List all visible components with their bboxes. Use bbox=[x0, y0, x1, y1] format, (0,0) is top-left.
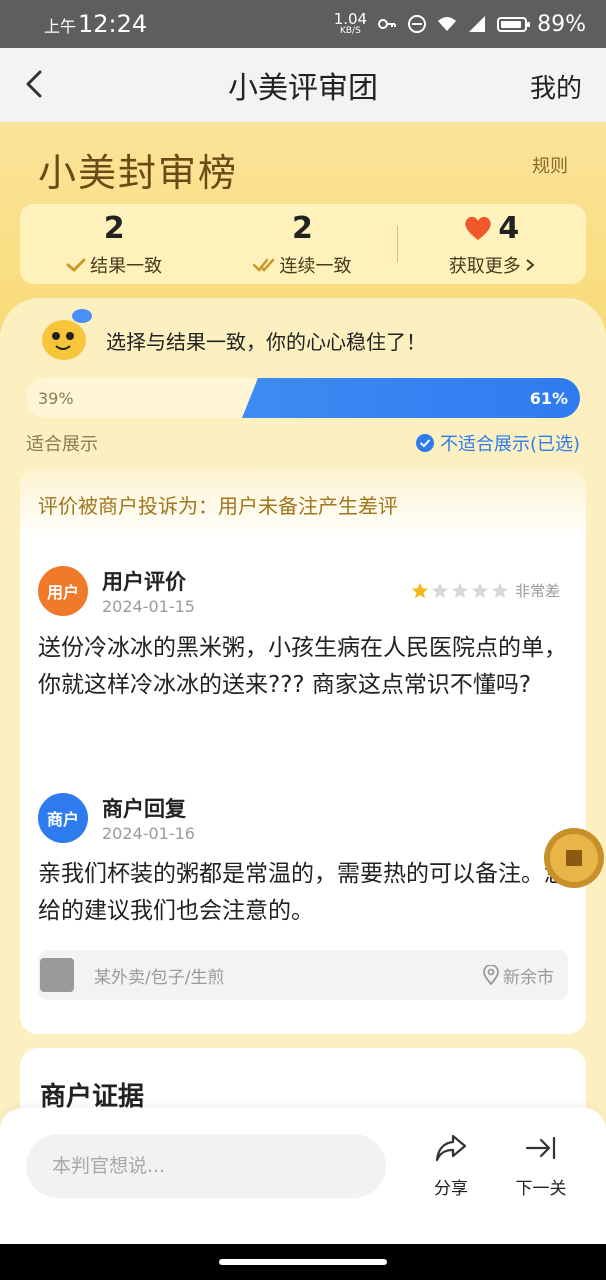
star-rating: 非常差 bbox=[411, 580, 560, 601]
net-speed: 1.04 KB/S bbox=[334, 12, 367, 36]
chevron-right-icon bbox=[526, 258, 535, 271]
do-not-disturb-icon bbox=[408, 15, 427, 33]
feedback-message: 选择与结果一致，你的心心稳住了！ bbox=[106, 330, 426, 354]
review-card: 评价被商户投诉为：用户未备注产生差评 用户 用户评价 2024-01-15 非常… bbox=[20, 468, 586, 1034]
wifi-icon bbox=[438, 17, 457, 31]
heart-count: 4 bbox=[498, 210, 520, 246]
star-empty-icon bbox=[471, 582, 489, 598]
check-icon bbox=[66, 258, 86, 272]
stat-result-match: 2 结果一致 bbox=[20, 211, 208, 278]
shop-location-label: 新余市 bbox=[503, 967, 554, 988]
stat-label: 结果一致 bbox=[90, 255, 163, 277]
option-unsuitable-label: 不适合展示(已选) bbox=[439, 434, 580, 455]
shop-location: 新余市 bbox=[483, 963, 554, 988]
status-clock: 12:24 bbox=[78, 10, 148, 38]
star-empty-icon bbox=[431, 582, 449, 598]
vote-left-percent: 39% bbox=[38, 388, 74, 408]
complaint-reason: 评价被商户投诉为：用户未备注产生差评 bbox=[20, 468, 586, 540]
merchant-reply-date: 2024-01-16 bbox=[102, 824, 195, 843]
stat-value-row: 4 bbox=[464, 211, 519, 246]
user-avatar: 用户 bbox=[38, 566, 88, 616]
skip-next-icon bbox=[525, 1136, 556, 1160]
stat-hearts[interactable]: 4 获取更多 bbox=[398, 211, 586, 278]
status-ampm: 上午 bbox=[44, 17, 77, 36]
next-level-button[interactable]: 下一关 bbox=[506, 1130, 576, 1199]
star-filled-icon bbox=[411, 582, 429, 598]
page-title: 小美评审团 bbox=[228, 71, 378, 106]
user-review-text: 送份冷冰冰的黑米粥，小孩生病在人民医院点的单，你就这样冷冰冰的送来??? 商家这… bbox=[38, 635, 567, 698]
status-icons: 1.04 KB/S 89% bbox=[334, 12, 586, 37]
status-bar: 上午 12:24 1.04 KB/S 89% bbox=[0, 0, 606, 48]
vote-progress-bar: 39% 61% bbox=[26, 378, 580, 418]
system-nav-bar bbox=[0, 1244, 606, 1280]
shop-category: 某外卖/包子/生煎 bbox=[94, 967, 225, 988]
vote-right-percent: 61% bbox=[529, 388, 568, 408]
stat-label: 获取更多 bbox=[448, 255, 521, 277]
back-arrow-icon[interactable] bbox=[18, 66, 54, 102]
option-unsuitable-selected[interactable]: 不适合展示(已选) bbox=[415, 430, 580, 456]
brand-title: 小美封审榜 bbox=[38, 151, 239, 195]
next-level-label: 下一关 bbox=[515, 1179, 567, 1199]
shop-info-bar[interactable]: 某外卖/包子/生煎 新余市 bbox=[38, 950, 568, 1000]
merchant-avatar: 商户 bbox=[38, 793, 88, 843]
stat-value: 2 bbox=[103, 210, 125, 246]
user-review-date: 2024-01-15 bbox=[102, 597, 195, 616]
share-label: 分享 bbox=[434, 1179, 468, 1199]
signal-icon bbox=[469, 16, 486, 32]
home-indicator[interactable] bbox=[219, 1259, 387, 1265]
mine-button[interactable]: 我的 bbox=[530, 68, 582, 105]
nav-bar: 小美评审团 我的 bbox=[0, 48, 606, 122]
rating-label: 非常差 bbox=[514, 582, 560, 600]
coin-icon[interactable] bbox=[540, 822, 604, 892]
key-icon bbox=[378, 19, 397, 29]
status-time: 上午 12:24 bbox=[44, 10, 147, 38]
stat-label-row: 连续一致 bbox=[253, 252, 351, 278]
stat-value: 2 bbox=[292, 210, 313, 246]
rules-link[interactable]: 规则 bbox=[532, 152, 568, 178]
vote-left-segment: 39% bbox=[26, 378, 256, 418]
merchant-reply-title: 商户回复 bbox=[102, 797, 186, 821]
bottom-action-bar: 分享 下一关 bbox=[0, 1108, 606, 1244]
shop-image-icon bbox=[40, 958, 74, 992]
stats-card: 2 结果一致 2 连续一致 4 获取更多 bbox=[20, 204, 586, 284]
battery-percent: 89% bbox=[537, 11, 586, 37]
share-button[interactable]: 分享 bbox=[416, 1130, 486, 1199]
check-circle-icon bbox=[415, 434, 434, 452]
vote-right-segment: 61% bbox=[242, 378, 580, 418]
option-suitable[interactable]: 适合展示 bbox=[26, 430, 98, 456]
location-pin-icon bbox=[483, 965, 499, 985]
comment-input[interactable] bbox=[26, 1134, 386, 1198]
mascot-icon bbox=[42, 309, 92, 360]
heart-icon bbox=[465, 216, 492, 240]
battery-icon bbox=[497, 16, 531, 32]
net-speed-unit: KB/S bbox=[339, 26, 361, 36]
share-icon bbox=[435, 1134, 467, 1162]
stat-streak: 2 连续一致 bbox=[208, 211, 396, 278]
star-empty-icon bbox=[451, 582, 469, 598]
double-check-icon bbox=[253, 258, 275, 272]
star-empty-icon bbox=[491, 582, 509, 598]
stat-label: 连续一致 bbox=[279, 255, 352, 277]
net-speed-value: 1.04 bbox=[333, 10, 368, 28]
merchant-reply-text: 亲我们杯装的粥都是常温的，需要热的可以备注。您给的建议我们也会注意的。 bbox=[38, 861, 567, 924]
stat-label-row: 结果一致 bbox=[66, 252, 162, 278]
user-review-title: 用户评价 bbox=[102, 570, 186, 594]
get-more-link[interactable]: 获取更多 bbox=[449, 252, 535, 278]
